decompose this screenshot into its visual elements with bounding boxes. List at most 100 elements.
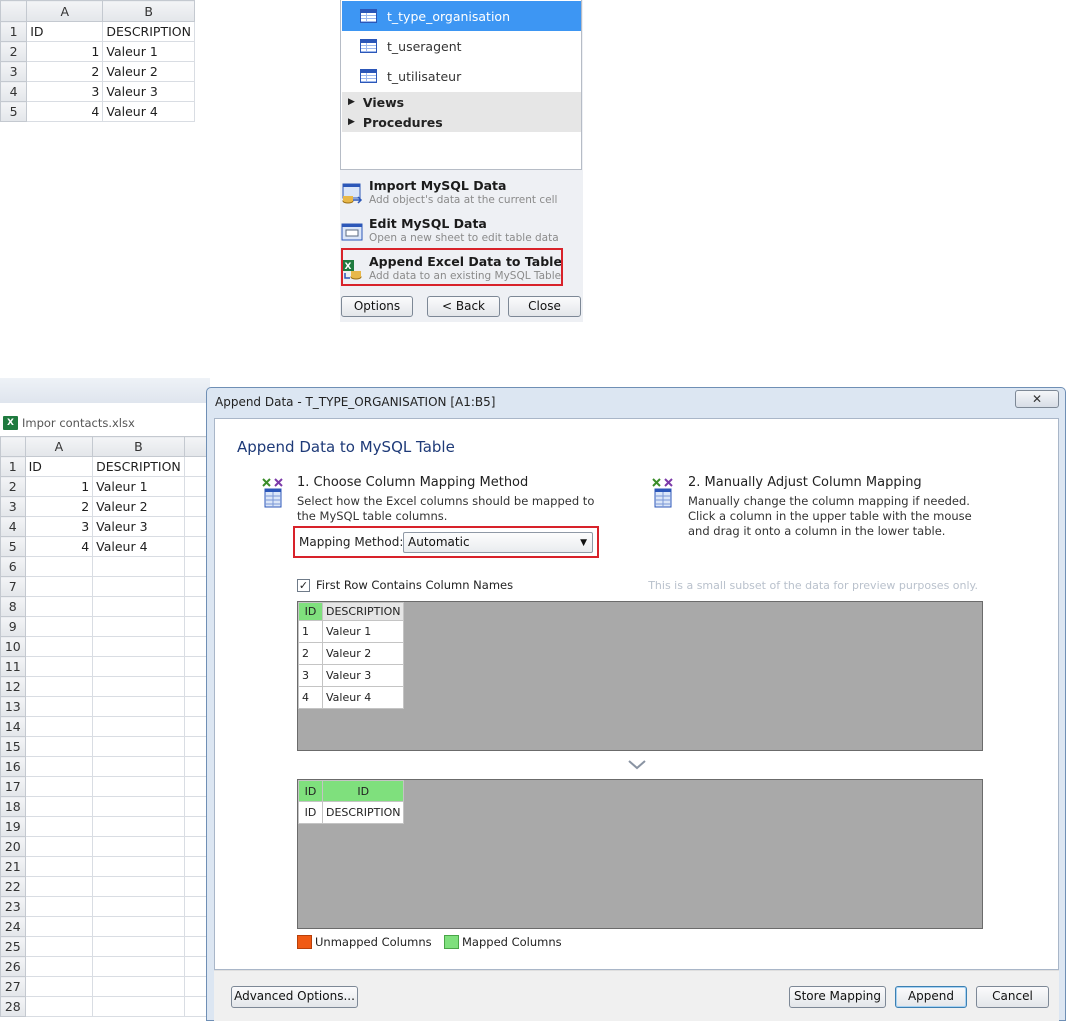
cell[interactable] — [92, 996, 185, 1017]
row-header[interactable]: 4 — [0, 516, 26, 537]
cell[interactable]: 4 — [24, 536, 94, 557]
cell[interactable] — [92, 596, 185, 617]
cell[interactable] — [92, 916, 185, 937]
row-header[interactable]: 8 — [0, 596, 26, 617]
cell[interactable]: Valeur 3 — [102, 81, 195, 102]
table-item-t-type-organisation[interactable]: t_type_organisation — [342, 1, 581, 31]
cell[interactable]: 1 — [24, 476, 94, 497]
row-header[interactable]: 27 — [0, 976, 26, 997]
options-button[interactable]: Options — [341, 296, 413, 317]
cell[interactable] — [24, 836, 94, 857]
row-header[interactable]: 16 — [0, 756, 26, 777]
cell[interactable]: 3 — [24, 516, 94, 537]
cell[interactable]: DESCRIPTION — [92, 456, 185, 477]
row-header[interactable]: 19 — [0, 816, 26, 837]
cell[interactable] — [92, 576, 185, 597]
cell[interactable] — [24, 676, 94, 697]
cell[interactable] — [92, 756, 185, 777]
row-header[interactable]: 18 — [0, 796, 26, 817]
select-all-corner[interactable] — [0, 436, 26, 457]
cell[interactable] — [24, 816, 94, 837]
cell[interactable] — [24, 736, 94, 757]
row-header[interactable]: 17 — [0, 776, 26, 797]
row-header[interactable]: 15 — [0, 736, 26, 757]
target-mapped-cell[interactable]: ID — [298, 780, 323, 802]
cell[interactable]: 3 — [26, 81, 104, 102]
cell[interactable] — [24, 916, 94, 937]
group-views[interactable]: ▶ Views — [342, 92, 581, 112]
cell[interactable] — [92, 976, 185, 997]
target-column-header-description[interactable]: DESCRIPTION — [321, 801, 405, 824]
cell[interactable] — [92, 816, 185, 837]
target-column-header-id[interactable]: ID — [298, 801, 323, 824]
cell[interactable] — [92, 896, 185, 917]
cell[interactable] — [92, 776, 185, 797]
cell[interactable] — [24, 776, 94, 797]
row-header[interactable]: 3 — [0, 61, 28, 82]
cell[interactable] — [24, 796, 94, 817]
cell[interactable]: Valeur 1 — [102, 41, 195, 62]
row-header[interactable]: 28 — [0, 996, 26, 1017]
cell[interactable] — [92, 716, 185, 737]
mapping-method-select[interactable]: Automatic ▼ — [403, 532, 593, 553]
cancel-button[interactable]: Cancel — [976, 986, 1049, 1008]
cell[interactable] — [92, 956, 185, 977]
append-button[interactable]: Append — [895, 986, 967, 1008]
cell[interactable] — [92, 696, 185, 717]
cell[interactable] — [24, 856, 94, 877]
cell[interactable]: 1 — [26, 41, 104, 62]
row-header[interactable]: 24 — [0, 916, 26, 937]
cell[interactable] — [24, 576, 94, 597]
cell[interactable] — [92, 656, 185, 677]
cell[interactable]: Valeur 3 — [92, 516, 185, 537]
row-header[interactable]: 3 — [0, 496, 26, 517]
row-header[interactable]: 2 — [0, 476, 26, 497]
table-item-t-utilisateur[interactable]: t_utilisateur — [342, 61, 581, 91]
cell[interactable]: DESCRIPTION — [102, 21, 195, 42]
row-header[interactable]: 5 — [0, 536, 26, 557]
cell[interactable] — [24, 876, 94, 897]
source-column-header-description[interactable]: DESCRIPTION — [321, 602, 405, 621]
cell[interactable] — [24, 756, 94, 777]
cell[interactable]: Valeur 1 — [92, 476, 185, 497]
row-header[interactable]: 21 — [0, 856, 26, 877]
store-mapping-button[interactable]: Store Mapping — [789, 986, 886, 1008]
row-header[interactable]: 7 — [0, 576, 26, 597]
cell[interactable] — [24, 896, 94, 917]
row-header[interactable]: 11 — [0, 656, 26, 677]
cell[interactable]: 2 — [24, 496, 94, 517]
column-header-b[interactable]: B — [102, 0, 195, 22]
row-header[interactable]: 14 — [0, 716, 26, 737]
table-item-t-useragent[interactable]: t_useragent — [342, 31, 581, 61]
row-header[interactable]: 9 — [0, 616, 26, 637]
cell[interactable] — [24, 936, 94, 957]
row-header[interactable]: 2 — [0, 41, 28, 62]
advanced-options-button[interactable]: Advanced Options... — [231, 986, 358, 1008]
group-procedures[interactable]: ▶ Procedures — [342, 112, 581, 132]
cell[interactable] — [24, 616, 94, 637]
cell[interactable] — [24, 716, 94, 737]
cell[interactable]: Valeur 4 — [102, 101, 195, 122]
row-header[interactable]: 1 — [0, 456, 26, 477]
cell[interactable] — [24, 636, 94, 657]
cell[interactable]: 2 — [26, 61, 104, 82]
row-header[interactable]: 20 — [0, 836, 26, 857]
source-column-header-id[interactable]: ID — [298, 602, 323, 621]
cell[interactable] — [92, 936, 185, 957]
close-button[interactable]: Close — [508, 296, 581, 317]
row-header[interactable]: 25 — [0, 936, 26, 957]
column-header-a[interactable]: A — [26, 0, 104, 22]
cell[interactable] — [92, 796, 185, 817]
cell[interactable] — [92, 676, 185, 697]
row-header[interactable]: 4 — [0, 81, 28, 102]
import-mysql-data-action[interactable]: Import MySQL Data Add object's data at t… — [340, 177, 582, 215]
cell[interactable]: Valeur 2 — [102, 61, 195, 82]
cell[interactable]: Valeur 4 — [92, 536, 185, 557]
row-header[interactable]: 12 — [0, 676, 26, 697]
select-all-corner[interactable] — [0, 0, 28, 22]
row-header[interactable]: 10 — [0, 636, 26, 657]
row-header[interactable]: 23 — [0, 896, 26, 917]
cell[interactable] — [24, 956, 94, 977]
cell[interactable] — [24, 556, 94, 577]
row-header[interactable]: 1 — [0, 21, 28, 42]
